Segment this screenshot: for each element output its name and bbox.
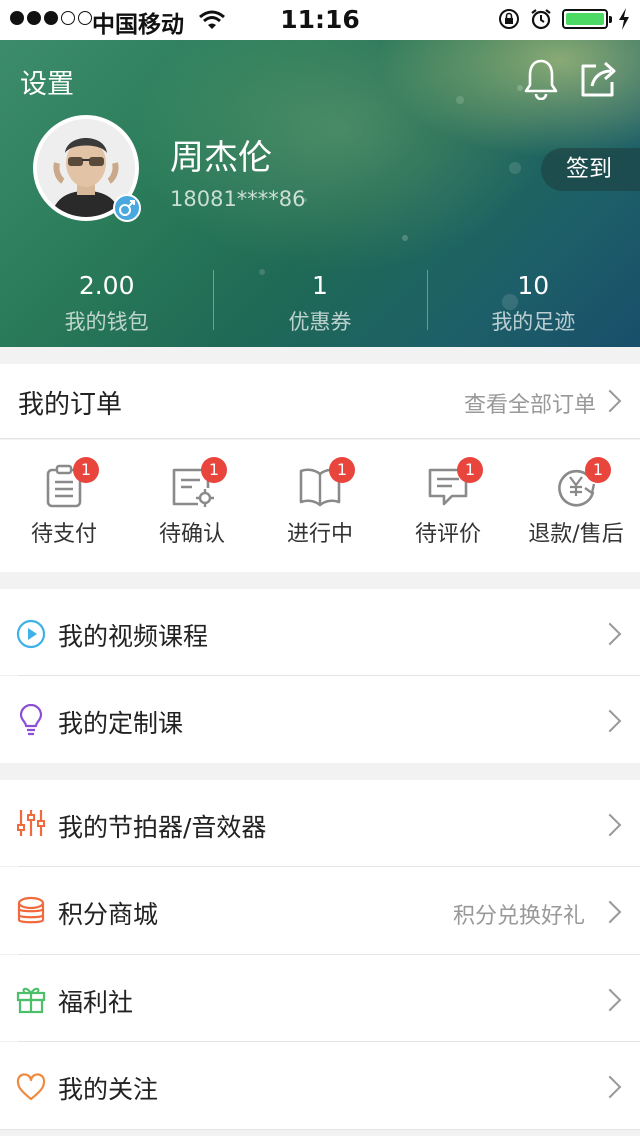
menu-points-mall[interactable]: 积分商城 积分兑换好礼 [0, 867, 640, 954]
stat-value: 1 [312, 271, 328, 300]
divider [0, 1129, 640, 1130]
chevron-right-icon [598, 813, 622, 837]
share-icon[interactable] [578, 58, 620, 100]
chevron-right-icon [598, 709, 622, 733]
menu-label: 积分商城 [58, 900, 159, 929]
order-status-label: 待评价 [414, 522, 481, 547]
phone-number: 18081****86 [170, 187, 306, 211]
order-in-progress[interactable]: 1 进行中 [256, 440, 384, 572]
sliders-icon [17, 810, 45, 836]
menu-welfare[interactable]: 福利社 [0, 955, 640, 1041]
my-orders-title: 我的订单 [18, 390, 123, 420]
chevron-right-icon [598, 900, 622, 924]
order-status-label: 待支付 [30, 522, 97, 547]
menu-label: 我的关注 [58, 1075, 159, 1104]
menu-metronome[interactable]: 我的节拍器/音效器 [0, 780, 640, 866]
order-pending-confirm[interactable]: 1 待确认 [128, 440, 256, 572]
stat-label: 优惠券 [288, 310, 352, 334]
stat-wallet[interactable]: 2.00 我的钱包 [0, 268, 213, 338]
chevron-right-icon [598, 389, 622, 413]
signin-button[interactable]: 签到 [541, 148, 640, 191]
stat-footprints[interactable]: 10 我的足迹 [426, 268, 640, 338]
order-status-bar: 1 待支付 1 待确认 1 进行中 1 待评价 1 退款/售后 [0, 440, 640, 572]
heart-icon [16, 1073, 46, 1101]
badge-count: 1 [73, 457, 99, 483]
points-mall-subtitle: 积分兑换好礼 [452, 904, 585, 929]
notification-bell-icon[interactable] [522, 58, 560, 100]
menu-label: 我的定制课 [58, 709, 184, 738]
menu-label: 我的视频课程 [58, 622, 209, 651]
badge-count: 1 [457, 457, 483, 483]
menu-follows[interactable]: 我的关注 [0, 1042, 640, 1129]
stat-label: 我的足迹 [491, 310, 576, 334]
stat-value: 10 [517, 271, 550, 300]
gift-icon [16, 987, 46, 1014]
profile-header: 设置 周杰伦 18081****86 签到 2.00 我的钱包 1 优惠券 10… [0, 40, 640, 347]
status-bar: 中国移动 11:16 [0, 0, 640, 40]
chevron-right-icon [598, 622, 622, 646]
stat-coupons[interactable]: 1 优惠券 [213, 268, 426, 338]
view-all-orders-link[interactable]: 查看全部订单 [464, 387, 596, 419]
rotation-lock-icon [499, 9, 519, 29]
my-orders-row[interactable]: 我的订单 查看全部订单 [0, 364, 640, 439]
play-circle-icon [16, 619, 46, 649]
order-pending-review[interactable]: 1 待评价 [384, 440, 512, 572]
menu-label: 我的节拍器/音效器 [58, 813, 267, 842]
order-refund-aftersale[interactable]: 1 退款/售后 [512, 440, 640, 572]
menu-custom-courses[interactable]: 我的定制课 [0, 676, 640, 763]
order-pending-payment[interactable]: 1 待支付 [0, 440, 128, 572]
settings-link[interactable]: 设置 [20, 62, 74, 101]
username: 周杰伦 [170, 138, 272, 178]
order-status-label: 退款/售后 [528, 522, 624, 547]
battery-icon [562, 9, 612, 29]
badge-count: 1 [201, 457, 227, 483]
order-status-label: 待确认 [158, 522, 225, 547]
badge-count: 1 [585, 457, 611, 483]
coins-stack-icon [17, 896, 45, 924]
menu-label: 福利社 [58, 988, 134, 1017]
chevron-right-icon [598, 988, 622, 1012]
alarm-icon [531, 9, 551, 30]
stats-bar: 2.00 我的钱包 1 优惠券 10 我的足迹 [0, 268, 640, 338]
menu-video-courses[interactable]: 我的视频课程 [0, 589, 640, 675]
lightbulb-icon [19, 704, 43, 736]
stat-label: 我的钱包 [64, 310, 149, 334]
badge-count: 1 [329, 457, 355, 483]
charging-icon [619, 8, 629, 30]
stat-value: 2.00 [78, 271, 135, 300]
chevron-right-icon [598, 1075, 622, 1099]
male-gender-icon [113, 194, 141, 222]
order-status-label: 进行中 [286, 522, 353, 547]
